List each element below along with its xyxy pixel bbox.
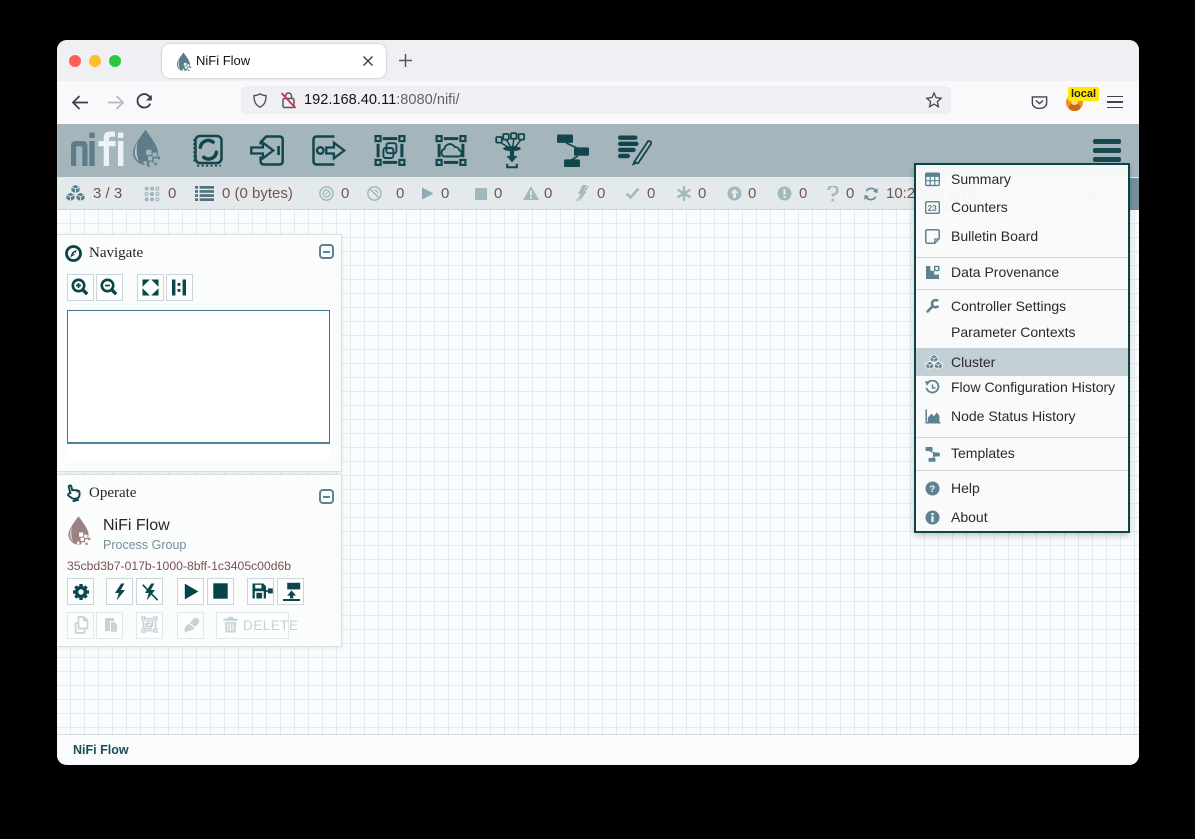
svg-text:?: ? [929, 484, 935, 495]
svg-text:23: 23 [928, 204, 938, 213]
